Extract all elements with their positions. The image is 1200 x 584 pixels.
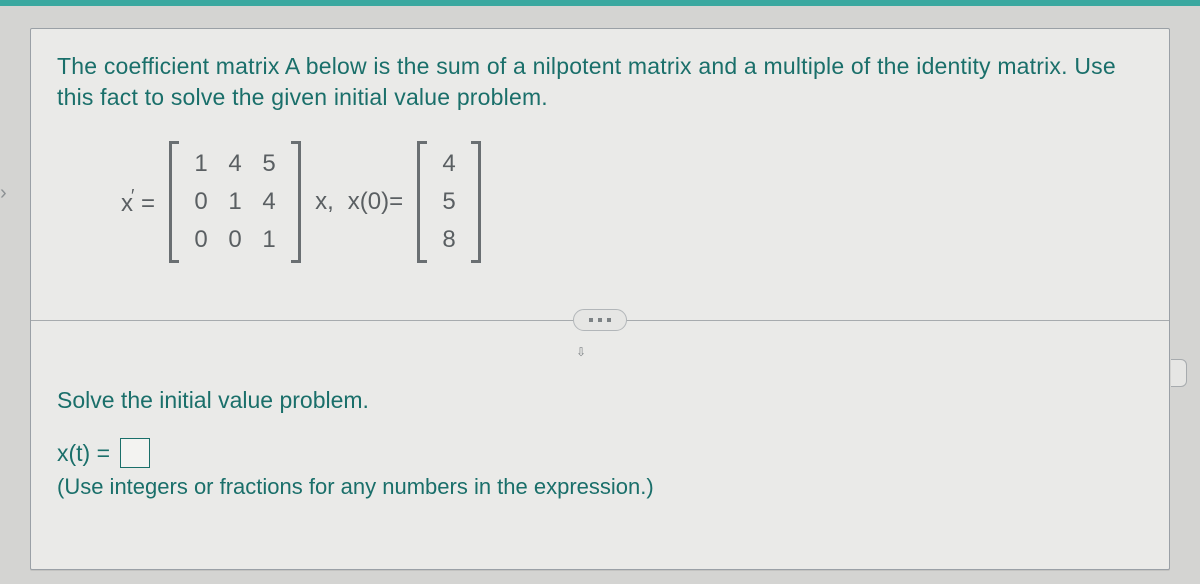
x-prime-label: x′ = [121,186,155,218]
matrix-A-cell: 1 [189,150,213,178]
x-comma-label: x, [315,188,334,216]
matrix-A-cell: 4 [223,150,247,178]
matrix-A-cell: 0 [189,188,213,216]
matrix-A-cell: 4 [257,188,281,216]
x0-label: x(0)= [348,188,403,216]
vector-x0-cell: 5 [437,188,461,216]
ellipsis-icon [598,318,602,322]
expand-button[interactable] [573,309,627,331]
answer-row: x(t) = [57,438,1143,468]
matrix-A-cell: 0 [189,226,213,254]
answer-input[interactable] [120,438,150,468]
answer-label: x(t) = [57,440,110,467]
matrix-A: 1 4 5 0 1 4 0 0 1 [169,141,301,263]
ellipsis-icon [607,318,611,322]
vector-x0-cell: 8 [437,226,461,254]
answer-hint: (Use integers or fractions for any numbe… [57,474,1143,500]
ellipsis-icon [589,318,593,322]
section-divider: ⇩ [57,309,1143,333]
top-accent-bar [0,0,1200,6]
problem-card: The coefficient matrix A below is the su… [30,28,1170,570]
matrix-A-cell: 1 [223,188,247,216]
matrix-A-cell: 1 [257,226,281,254]
download-icon: ⇩ [576,345,586,359]
vector-x0-cell: 4 [437,150,461,178]
solve-prompt: Solve the initial value problem. [57,387,1143,414]
matrix-A-cell: 0 [223,226,247,254]
chevron-left-icon: › [0,182,7,205]
problem-statement: The coefficient matrix A below is the su… [57,51,1143,113]
matrix-A-cell: 5 [257,150,281,178]
chevron-right-icon[interactable] [1171,359,1187,387]
equation-block: x′ = 1 4 5 0 1 4 0 0 1 x, x(0)= 4 5 [121,141,1143,263]
vector-x0: 4 5 8 [417,141,481,263]
